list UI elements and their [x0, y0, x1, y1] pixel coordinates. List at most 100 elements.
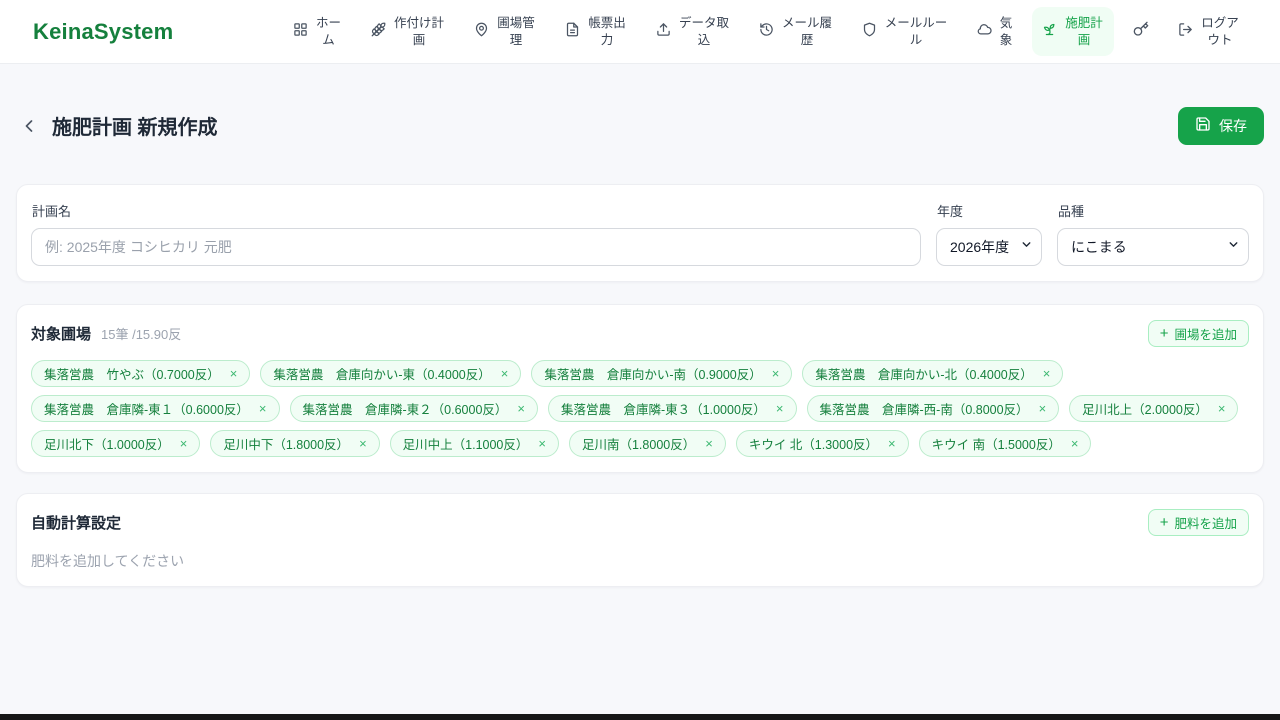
- bottom-edge-bar: [0, 714, 1280, 720]
- save-button-label: 保存: [1219, 117, 1247, 134]
- field-chip: 足川南（1.8000反） ×: [568, 429, 726, 457]
- page-title: 施肥計画 新規作成: [52, 117, 218, 140]
- field-chip-label: 足川北上（2.0000反）: [1082, 402, 1208, 417]
- auto-calc-card: 自動計算設定 + 肥料を追加 肥料を追加してください: [16, 492, 1264, 587]
- nav-item-planting-plan[interactable]: 作付け計画: [361, 7, 455, 56]
- chip-close-icon[interactable]: ×: [359, 436, 367, 451]
- plan-name-label: 計画名: [32, 203, 72, 219]
- logout-icon: [1178, 22, 1193, 41]
- nav-item-label: 帳票出力: [588, 16, 626, 47]
- field-chip: 集落営農 倉庫向かい-南（0.9000反） ×: [531, 359, 793, 387]
- add-fertilizer-button[interactable]: + 肥料を追加: [1147, 508, 1249, 536]
- nav-item-key[interactable]: [1123, 13, 1159, 49]
- field-chip-label: キウイ 北（1.3000反）: [748, 437, 879, 452]
- app-logo[interactable]: KeinaSystem: [33, 19, 173, 45]
- field-chip: 足川中下（1.8000反） ×: [210, 429, 380, 457]
- field-chip: 集落営農 倉庫隣-東３（1.0000反） ×: [548, 394, 797, 422]
- plan-form-card: 計画名 年度 2026年度 品種 にこまる: [16, 183, 1264, 282]
- year-group: 年度 2026年度: [936, 200, 1042, 266]
- field-chip: 集落営農 倉庫向かい-東（0.4000反） ×: [260, 359, 522, 387]
- variety-group: 品種 にこまる: [1057, 200, 1249, 266]
- key-icon: [1133, 21, 1149, 41]
- field-chip-label: 集落営農 倉庫隣-西-南（0.8000反）: [819, 402, 1029, 417]
- nav-item-logout[interactable]: ログアウト: [1168, 7, 1250, 56]
- chip-close-icon[interactable]: ×: [772, 366, 780, 381]
- add-field-button-label: 圃場を追加: [1174, 327, 1237, 342]
- chip-close-icon[interactable]: ×: [776, 401, 784, 416]
- chip-close-icon[interactable]: ×: [1039, 401, 1047, 416]
- variety-label: 品種: [1058, 203, 1085, 219]
- field-chip: キウイ 北（1.3000反） ×: [735, 429, 909, 457]
- nav-item-mail-rules[interactable]: メールルール: [852, 7, 958, 56]
- field-chip: 集落営農 倉庫向かい-北（0.4000反） ×: [802, 359, 1064, 387]
- nav-item-field-management[interactable]: 圃場管理: [464, 7, 546, 56]
- add-field-button[interactable]: + 圃場を追加: [1147, 319, 1249, 347]
- variety-select[interactable]: にこまる: [1057, 227, 1249, 266]
- target-fields-summary: 15筆 /15.90反: [101, 326, 182, 342]
- plan-name-input[interactable]: [31, 227, 921, 266]
- field-chip-label: 足川中上（1.1000反）: [402, 437, 529, 452]
- plus-icon: +: [1159, 513, 1169, 531]
- field-chip: 集落営農 倉庫隣-東１（0.6000反） ×: [31, 394, 280, 422]
- add-fertilizer-button-label: 肥料を追加: [1174, 516, 1237, 531]
- report-icon: [565, 22, 580, 41]
- nav-item-label: ログアウト: [1201, 16, 1239, 47]
- chip-close-icon[interactable]: ×: [501, 366, 509, 381]
- chip-close-icon[interactable]: ×: [1043, 366, 1051, 381]
- field-chip-label: 集落営農 倉庫隣-東２（0.6000反）: [302, 402, 508, 417]
- field-chip: キウイ 南（1.5000反） ×: [918, 429, 1092, 457]
- auto-calc-empty-text: 肥料を追加してください: [31, 552, 185, 569]
- field-chip-label: 集落営農 倉庫隣-東１（0.6000反）: [44, 402, 249, 417]
- nav-item-mail-history[interactable]: メール履歴: [749, 7, 843, 56]
- field-chip-label: 集落営農 倉庫向かい-南（0.9000反）: [544, 367, 762, 382]
- grid-icon: [293, 22, 308, 41]
- field-chip-label: 足川中下（1.8000反）: [223, 437, 350, 452]
- back-button[interactable]: [16, 113, 42, 139]
- chip-close-icon[interactable]: ×: [1071, 436, 1079, 451]
- target-fields-title: 対象圃場: [31, 325, 92, 343]
- nav-item-label: 圃場管理: [497, 16, 535, 47]
- cloud-icon: [977, 22, 992, 41]
- nav-item-home[interactable]: ホーム: [283, 7, 352, 56]
- chevron-left-icon: [25, 120, 33, 132]
- plan-name-group: 計画名: [31, 200, 921, 266]
- upload-icon: [656, 22, 671, 41]
- field-chip: 足川北上（2.0000反） ×: [1069, 394, 1239, 422]
- field-chip: 集落営農 倉庫隣-東２（0.6000反） ×: [289, 394, 538, 422]
- nav-item-label: メール履歴: [781, 16, 832, 47]
- nav-item-label: ホーム: [315, 16, 341, 47]
- chip-close-icon[interactable]: ×: [180, 436, 188, 451]
- chip-close-icon[interactable]: ×: [705, 436, 713, 451]
- chip-close-icon[interactable]: ×: [517, 401, 525, 416]
- field-chip: 集落営農 竹やぶ（0.7000反） ×: [31, 359, 251, 387]
- year-select[interactable]: 2026年度: [936, 227, 1042, 266]
- nav-item-weather[interactable]: 気象: [967, 7, 1023, 56]
- chip-close-icon[interactable]: ×: [538, 436, 546, 451]
- nav-list: ホーム 作付け計画 圃場管理 帳票出力 データ取込 メール履歴 メールルール 気…: [283, 7, 1250, 56]
- wheat-icon: [371, 22, 386, 41]
- field-chip-label: 集落営農 倉庫向かい-北（0.4000反）: [815, 367, 1033, 382]
- history-icon: [759, 22, 774, 41]
- nav-item-report-output[interactable]: 帳票出力: [555, 7, 637, 56]
- field-chip: 集落営農 倉庫隣-西-南（0.8000反） ×: [806, 394, 1060, 422]
- field-chip-label: 集落営農 倉庫向かい-東（0.4000反）: [273, 367, 491, 382]
- chip-close-icon[interactable]: ×: [1218, 401, 1226, 416]
- field-chip-label: 足川南（1.8000反）: [581, 437, 696, 452]
- save-button[interactable]: 保存: [1178, 106, 1264, 145]
- plus-icon: +: [1159, 324, 1169, 342]
- chip-close-icon[interactable]: ×: [259, 401, 267, 416]
- sprout-icon: [1042, 22, 1057, 41]
- nav-item-label: 施肥計画: [1065, 16, 1103, 47]
- chip-close-icon[interactable]: ×: [888, 436, 896, 451]
- nav-item-data-import[interactable]: データ取込: [646, 7, 740, 56]
- nav-item-fertilization-plan[interactable]: 施肥計画: [1032, 7, 1114, 56]
- nav-item-label: 作付け計画: [393, 16, 444, 47]
- field-chip: 足川北下（1.0000反） ×: [31, 429, 201, 457]
- year-label: 年度: [937, 203, 964, 219]
- chip-close-icon[interactable]: ×: [230, 366, 238, 381]
- field-chip: 足川中上（1.1000反） ×: [389, 429, 559, 457]
- field-chip-label: 足川北下（1.0000反）: [44, 437, 170, 452]
- field-chip-list: 集落営農 竹やぶ（0.7000反） × 集落営農 倉庫向かい-東（0.4000反…: [31, 359, 1249, 457]
- nav-item-label: データ取込: [678, 16, 729, 47]
- floppy-icon: [1195, 116, 1211, 135]
